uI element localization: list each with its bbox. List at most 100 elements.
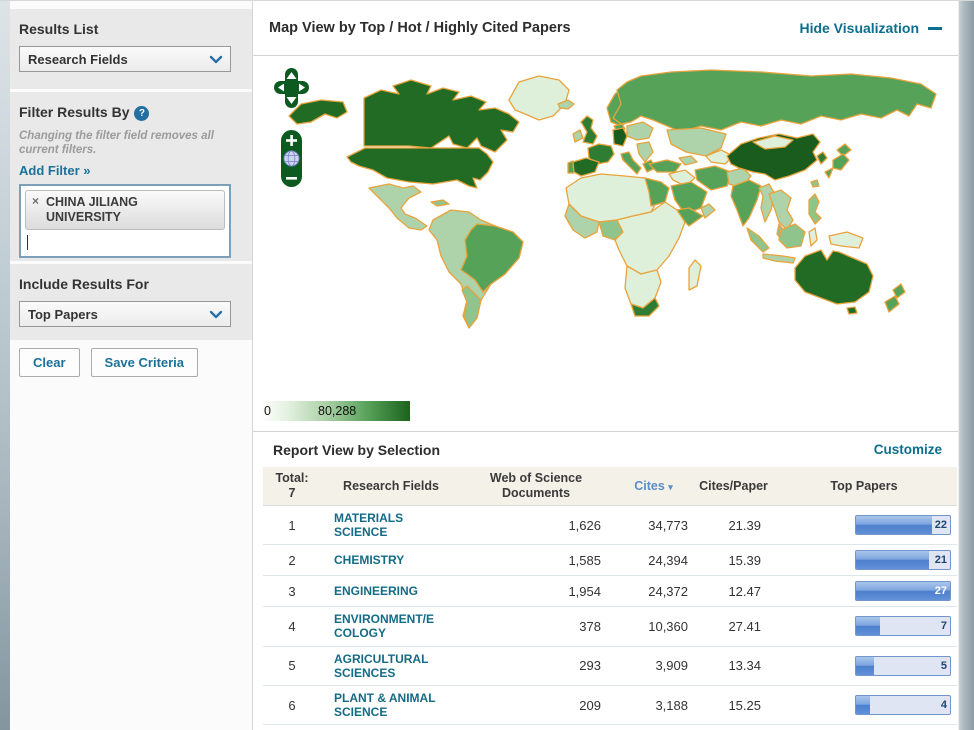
map-region-indochina[interactable] [768, 189, 794, 231]
research-field-link[interactable]: PLANT & ANIMAL SCIENCE [321, 686, 441, 724]
research-field-link[interactable]: ENGINEERING [321, 579, 441, 603]
map-view-header: Map View by Top / Hot / Highly Cited Pap… [253, 1, 958, 56]
map-country-cuba[interactable] [430, 199, 450, 207]
column-header-cites-sorted[interactable]: Cites ▾ [611, 475, 696, 498]
map-country-canada[interactable] [363, 79, 520, 153]
row-wos-documents: 378 [579, 618, 601, 634]
row-wos-documents: 209 [579, 697, 601, 713]
row-cites: 3,909 [655, 658, 688, 674]
table-header-row: Total: 7 Research Fields Web of Science … [263, 467, 957, 506]
column-header-top-papers[interactable]: Top Papers [771, 475, 957, 498]
map-country-usa[interactable] [346, 147, 494, 189]
column-header-cites-per-paper[interactable]: Cites/Paper [696, 475, 771, 498]
left-edge-strip [0, 1, 10, 730]
map-country-japan-south[interactable] [824, 167, 834, 179]
map-island-sulawesi[interactable] [808, 227, 818, 247]
save-criteria-button[interactable]: Save Criteria [90, 348, 199, 377]
column-header-research-fields[interactable]: Research Fields [321, 475, 461, 498]
map-country-japan-main[interactable] [832, 153, 850, 171]
top-papers-bar: 21 [855, 550, 951, 571]
map-island-borneo[interactable] [778, 223, 806, 249]
filter-input-box[interactable]: × CHINA JILIANG UNIVERSITY [19, 183, 231, 258]
research-field-link[interactable]: CHEMISTRY [321, 548, 441, 572]
map-region-balkans[interactable] [636, 141, 654, 163]
globe-icon [283, 150, 300, 167]
research-field-link[interactable]: MATERIALS SCIENCE [321, 506, 441, 544]
row-cites-per-paper: 21.39 [728, 517, 761, 533]
hide-visualization-link[interactable]: Hide Visualization [799, 20, 942, 36]
row-cites: 34,773 [648, 517, 688, 533]
row-top-papers-cell: 21 [771, 545, 957, 575]
table-row: 6 PLANT & ANIMAL SCIENCE 209 3,188 15.25… [263, 685, 957, 726]
row-rank: 5 [288, 658, 296, 674]
map-zoom-control[interactable] [281, 130, 302, 187]
research-field-link[interactable]: ENVIRONMENT/ECOLOGY [321, 607, 441, 645]
map-country-iran[interactable] [694, 165, 732, 191]
map-country-taiwan[interactable] [810, 179, 820, 188]
map-country-philippines[interactable] [808, 193, 822, 225]
map-country-mexico[interactable] [368, 183, 428, 231]
map-country-germany[interactable] [612, 127, 628, 147]
top-papers-bar: 27 [855, 581, 951, 602]
map-country-new-zealand-south[interactable] [884, 295, 900, 313]
row-top-papers-cell: 22 [771, 510, 957, 540]
row-top-papers-cell: 27 [771, 576, 957, 606]
map-country-turkey[interactable] [648, 159, 682, 173]
add-filter-link[interactable]: Add Filter » [19, 163, 91, 178]
vertical-scrollbar[interactable] [958, 1, 974, 730]
row-wos-documents: 1,585 [568, 552, 601, 568]
table-row: 3 ENGINEERING 1,954 24,372 12.47 27 [263, 576, 957, 608]
results-list-dropdown[interactable]: Research Fields [19, 46, 231, 72]
include-results-dropdown[interactable]: Top Papers [19, 301, 231, 327]
table-row: 0 ALL FIELDS 9,069 132,958 14.66 105 [263, 725, 957, 730]
active-filter-tag[interactable]: × CHINA JILIANG UNIVERSITY [25, 189, 225, 230]
minus-icon [928, 26, 942, 30]
customize-link[interactable]: Customize [874, 442, 942, 457]
map-region-east-europe[interactable] [626, 121, 654, 141]
table-row: 2 CHEMISTRY 1,585 24,394 15.39 21 [263, 545, 957, 577]
chevron-down-icon [202, 302, 230, 326]
map-country-korea[interactable] [816, 151, 828, 165]
help-icon[interactable]: ? [134, 106, 150, 121]
map-island-sumatra[interactable] [746, 227, 770, 253]
sidebar: Results List Research Fields Filter Resu… [10, 1, 252, 730]
top-papers-value: 4 [940, 699, 947, 712]
row-wos-documents: 1,626 [568, 517, 601, 533]
table-row: 4 ENVIRONMENT/ECOLOGY 378 10,360 27.41 7 [263, 607, 957, 647]
column-header-wos-documents[interactable]: Web of Science Documents [461, 467, 611, 505]
map-pan-control[interactable] [274, 68, 309, 108]
zoom-out-icon[interactable] [286, 177, 297, 180]
remove-filter-icon[interactable]: × [32, 194, 39, 208]
results-list-section: Results List Research Fields [10, 9, 252, 89]
map-country-italy[interactable] [620, 151, 642, 175]
top-papers-bar: 5 [855, 655, 951, 676]
top-papers-value: 21 [934, 554, 947, 567]
row-cites-per-paper: 27.41 [728, 618, 761, 634]
include-results-heading: Include Results For [19, 276, 149, 292]
table-body: 1 MATERIALS SCIENCE 1,626 34,773 21.39 2… [263, 506, 957, 730]
map-country-greenland[interactable] [508, 75, 570, 121]
map-country-madagascar[interactable] [688, 259, 702, 291]
top-papers-bar: 4 [855, 695, 951, 716]
map-island-tasmania[interactable] [846, 306, 858, 315]
map-island-new-guinea[interactable] [828, 231, 864, 249]
report-view-header: Report View by Selection Customize [253, 431, 958, 467]
top-papers-bar-fill [856, 551, 930, 570]
report-view-title: Report View by Selection [273, 441, 441, 458]
map-country-australia[interactable] [794, 249, 874, 305]
clear-button[interactable]: Clear [19, 348, 80, 377]
row-top-papers-cell: 7 [771, 611, 957, 641]
map-country-uk[interactable] [580, 115, 598, 145]
map-country-russia[interactable] [612, 69, 937, 133]
map-country-ireland[interactable] [572, 129, 584, 143]
esi-results-page: Results List Research Fields Filter Resu… [0, 0, 974, 730]
research-field-link[interactable]: AGRICULTURAL SCIENCES [321, 647, 441, 685]
map-region-caucasus[interactable] [678, 155, 698, 166]
map-island-java[interactable] [762, 253, 796, 264]
map-country-spain[interactable] [572, 157, 600, 177]
row-cites-per-paper: 15.25 [728, 697, 761, 713]
row-cites-per-paper: 13.34 [728, 658, 761, 674]
sidebar-actions: Clear Save Criteria [19, 348, 199, 377]
world-choropleth-map[interactable] [281, 60, 951, 392]
map-country-india[interactable] [730, 179, 762, 227]
